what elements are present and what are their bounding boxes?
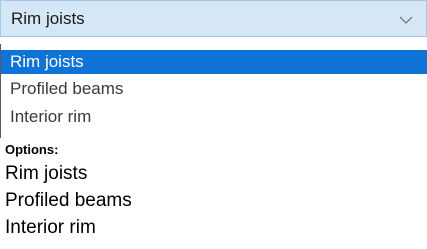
page: Rim joists Rim joists Profiled beams Int… (0, 0, 427, 249)
select-current-value: Rim joists (11, 9, 85, 28)
dropdown-option-interior-rim[interactable]: Interior rim (1, 105, 427, 129)
dropdown-option-label: Profiled beams (10, 79, 124, 98)
dropdown-option-profiled-beams[interactable]: Profiled beams (1, 77, 427, 101)
select-combobox[interactable]: Rim joists (0, 0, 427, 37)
dropdown-option-rim-joists[interactable]: Rim joists (1, 50, 427, 74)
options-heading: Options: (5, 142, 59, 157)
option-item-profiled-beams: Profiled beams (5, 190, 132, 211)
dropdown-option-label: Interior rim (10, 107, 92, 126)
chevron-down-icon[interactable] (399, 12, 413, 24)
dropdown-list: Rim joists Profiled beams Interior rim (0, 44, 427, 138)
option-item-rim-joists: Rim joists (5, 163, 88, 184)
dropdown-option-label: Rim joists (10, 52, 84, 71)
option-item-interior-rim: Interior rim (5, 217, 96, 238)
options-list: Rim joists Profiled beams Interior rim (5, 160, 132, 241)
